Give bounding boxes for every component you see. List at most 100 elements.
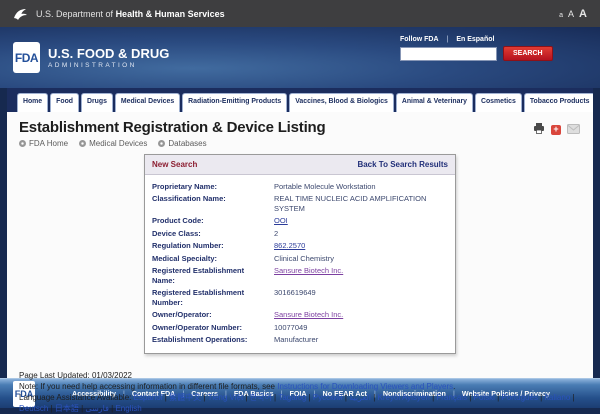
- detail-row-device-class: Device Class:2: [152, 227, 448, 240]
- language-link-lang-3[interactable]: 한국어: [250, 393, 272, 402]
- nav-tab-vaccines-blood-biologics[interactable]: Vaccines, Blood & Biologics: [289, 93, 394, 112]
- device-detail-panel: New Search Back To Search Results Propri…: [144, 154, 456, 354]
- dept-prefix: U.S. Department of: [36, 9, 113, 19]
- language-link-lang-14[interactable]: فارسی: [85, 404, 109, 413]
- nav-tabs: HomeFoodDrugsMedical DevicesRadiation-Em…: [7, 88, 593, 112]
- back-to-search-results-link[interactable]: Back To Search Results: [357, 160, 448, 169]
- viewers-players-link[interactable]: Instructions for Downloading Viewers and…: [277, 382, 453, 391]
- new-search-link[interactable]: New Search: [152, 160, 197, 169]
- detail-label: Establishment Operations:: [152, 335, 274, 345]
- language-link-fran-ais[interactable]: Français: [436, 393, 467, 402]
- language-link-deutsch[interactable]: Deutsch: [19, 404, 48, 413]
- breadcrumb-databases[interactable]: Databases: [158, 139, 206, 148]
- detail-row-classification-name: Classification Name:REAL TIME NUCLEIC AC…: [152, 193, 448, 215]
- hhs-eagle-icon: [13, 7, 29, 21]
- search-input[interactable]: [400, 47, 497, 61]
- note-text: Note: If you need help accessing informa…: [19, 382, 277, 391]
- fda-logo[interactable]: FDA: [13, 42, 40, 73]
- language-label: Language Assistance Available:: [19, 393, 131, 402]
- detail-link-sansure-biotech-inc[interactable]: Sansure Biotech Inc.: [274, 310, 343, 319]
- breadcrumb-fda-home[interactable]: FDA Home: [19, 139, 68, 148]
- detail-row-owner-operator: Owner/Operator:Sansure Biotech Inc.: [152, 309, 448, 322]
- content-area: Establishment Registration & Device List…: [7, 112, 593, 378]
- page-action-icons: +: [533, 121, 580, 139]
- language-link-lang-1[interactable]: 繁體中文: [169, 393, 201, 402]
- main-frame: HomeFoodDrugsMedical DevicesRadiation-Em…: [0, 88, 600, 378]
- detail-row-product-code: Product Code:OOI: [152, 215, 448, 228]
- detail-label: Product Code:: [152, 216, 274, 226]
- detail-row-establishment-operations: Establishment Operations:Manufacturer: [152, 334, 448, 347]
- breadcrumb: FDA Home Medical Devices Databases: [19, 139, 581, 148]
- language-link-italiano[interactable]: Italiano: [544, 393, 570, 402]
- nav-tab-food[interactable]: Food: [50, 93, 79, 112]
- nav-tab-animal-veterinary[interactable]: Animal & Veterinary: [396, 93, 473, 112]
- dept-bold: Health & Human Services: [116, 9, 225, 19]
- detail-link-ooi[interactable]: OOI: [274, 216, 288, 225]
- language-link-espa-ol[interactable]: Español: [134, 393, 163, 402]
- page-title: Establishment Registration & Device List…: [19, 119, 581, 136]
- nav-tab-cosmetics[interactable]: Cosmetics: [475, 93, 522, 112]
- detail-label: Proprietary Name:: [152, 182, 274, 192]
- detail-value: Manufacturer: [274, 335, 448, 345]
- language-link-lang-13[interactable]: 日本語: [55, 404, 79, 413]
- breadcrumb-bullet-icon: [79, 140, 86, 147]
- hhs-top-bar: U.S. Department of Health & Human Servic…: [0, 0, 600, 27]
- nav-tab-drugs[interactable]: Drugs: [81, 93, 113, 112]
- page-info-block: Page Last Updated: 01/03/2022 Note: If y…: [19, 370, 581, 414]
- language-link-english[interactable]: English: [115, 404, 141, 413]
- detail-value: Portable Molecule Workstation: [274, 182, 448, 192]
- font-size-2[interactable]: A: [579, 8, 587, 20]
- detail-value: 2: [274, 229, 448, 239]
- detail-label: Classification Name:: [152, 194, 274, 213]
- language-link-portugu-s[interactable]: Português: [501, 393, 537, 402]
- search-button[interactable]: SEARCH: [503, 46, 553, 61]
- header-links-separator: |: [447, 36, 449, 43]
- en-espanol-link[interactable]: En Español: [456, 36, 494, 43]
- detail-label: Medical Specialty:: [152, 254, 274, 264]
- nav-tab-home[interactable]: Home: [17, 93, 48, 112]
- detail-label: Registered Establishment Name:: [152, 266, 274, 285]
- header-search-area: Follow FDA | En Español SEARCH: [400, 36, 550, 61]
- language-link-ti-ng-vi-t[interactable]: Tiếng Việt: [208, 393, 244, 402]
- breadcrumb-label: FDA Home: [29, 139, 68, 148]
- detail-value: Sansure Biotech Inc.: [274, 266, 448, 285]
- detail-row-registered-establishment-name: Registered Establishment Name:Sansure Bi…: [152, 265, 448, 287]
- detail-value: 862.2570: [274, 241, 448, 251]
- detail-label: Owner/Operator:: [152, 310, 274, 320]
- detail-row-regulation-number: Regulation Number:862.2570: [152, 240, 448, 253]
- language-link-krey-l-ayisyen[interactable]: Kreyòl Ayisyen: [378, 393, 430, 402]
- detail-label: Registered Establishment Number:: [152, 288, 274, 307]
- nav-tab-tobacco-products[interactable]: Tobacco Products: [524, 93, 593, 112]
- detail-label: Regulation Number:: [152, 241, 274, 251]
- language-link-lang-5[interactable]: Русский: [313, 393, 343, 402]
- detail-row-owner-operator-number: Owner/Operator Number:10077049: [152, 321, 448, 334]
- print-icon[interactable]: [533, 121, 545, 139]
- share-icon[interactable]: +: [551, 125, 561, 135]
- fda-header-title: U.S. FOOD & DRUG ADMINISTRATION: [48, 46, 169, 69]
- nav-tab-medical-devices[interactable]: Medical Devices: [115, 93, 180, 112]
- detail-link-862-2570[interactable]: 862.2570: [274, 241, 305, 250]
- detail-table: Proprietary Name:Portable Molecule Works…: [145, 175, 455, 353]
- detail-value: 3016619649: [274, 288, 448, 307]
- detail-value: Sansure Biotech Inc.: [274, 310, 448, 320]
- email-icon[interactable]: [567, 121, 580, 139]
- language-link-polski[interactable]: Polski: [474, 393, 495, 402]
- breadcrumb-medical-devices[interactable]: Medical Devices: [79, 139, 147, 148]
- fda-title-line1: U.S. FOOD & DRUG: [48, 46, 169, 61]
- detail-row-registered-establishment-number: Registered Establishment Number:30166196…: [152, 287, 448, 309]
- language-separator: |: [570, 393, 574, 402]
- detail-value: 10077049: [274, 323, 448, 333]
- detail-link-sansure-biotech-inc[interactable]: Sansure Biotech Inc.: [274, 266, 343, 275]
- font-size-0[interactable]: a: [559, 12, 563, 19]
- font-size-1[interactable]: A: [568, 9, 574, 19]
- breadcrumb-label: Medical Devices: [89, 139, 147, 148]
- follow-fda-link[interactable]: Follow FDA: [400, 36, 439, 43]
- language-link-lang-6[interactable]: العربية: [349, 393, 371, 402]
- detail-row-medical-specialty: Medical Specialty:Clinical Chemistry: [152, 252, 448, 265]
- detail-label: Device Class:: [152, 229, 274, 239]
- detail-value: OOI: [274, 216, 448, 226]
- nav-tab-radiation-emitting-products[interactable]: Radiation-Emitting Products: [182, 93, 287, 112]
- last-updated: Page Last Updated: 01/03/2022: [19, 370, 581, 381]
- language-link-tagalog[interactable]: Tagalog: [278, 393, 306, 402]
- note-period: .: [453, 382, 455, 391]
